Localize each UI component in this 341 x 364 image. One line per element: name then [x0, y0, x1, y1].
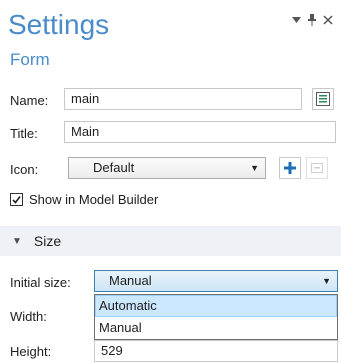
title-label: Title:	[10, 126, 38, 141]
size-section-header[interactable]: ▼ Size	[0, 226, 341, 256]
height-label: Height:	[10, 344, 52, 359]
name-label: Name:	[10, 93, 49, 108]
panel-title: Settings	[8, 9, 110, 40]
title-input[interactable]: Main	[64, 121, 336, 143]
height-input[interactable]: 529	[94, 340, 338, 362]
show-in-model-builder-label: Show in Model Builder	[29, 192, 159, 207]
initial-size-dropdown: Automatic Manual	[94, 294, 338, 340]
dropdown-arrow-icon[interactable]	[291, 14, 301, 26]
settings-panel: Settings Form Name: main Title: Main Ico…	[0, 0, 341, 364]
panel-subtitle: Form	[10, 50, 50, 69]
icon-select[interactable]: Default ▼	[68, 157, 266, 179]
plus-icon	[284, 162, 296, 174]
initial-size-label: Initial size:	[10, 275, 71, 290]
width-label: Width:	[10, 309, 47, 324]
icon-select-value: Default	[93, 160, 135, 175]
remove-icon	[311, 163, 323, 173]
chevron-down-icon: ▼	[250, 163, 259, 173]
show-in-model-builder-checkbox[interactable]	[10, 193, 23, 206]
option-manual[interactable]: Manual	[95, 317, 337, 339]
form-edit-icon	[316, 92, 330, 106]
initial-size-value: Manual	[109, 273, 152, 288]
chevron-down-icon: ▼	[322, 276, 331, 286]
collapse-arrow-icon: ▼	[12, 235, 22, 247]
checkmark-icon	[12, 196, 21, 204]
icon-label: Icon:	[10, 162, 39, 177]
window-controls	[291, 14, 333, 26]
close-icon[interactable]	[323, 14, 333, 26]
remove-icon-button[interactable]	[306, 157, 328, 179]
pin-icon[interactable]	[307, 14, 317, 26]
form-edit-button[interactable]	[312, 88, 334, 110]
show-in-model-builder-row[interactable]: Show in Model Builder	[10, 192, 158, 207]
add-icon-button[interactable]	[279, 157, 301, 179]
initial-size-select[interactable]: Manual ▼	[94, 270, 338, 292]
size-section-title: Size	[33, 233, 62, 249]
option-automatic[interactable]: Automatic	[95, 295, 337, 317]
name-input[interactable]: main	[64, 88, 302, 110]
